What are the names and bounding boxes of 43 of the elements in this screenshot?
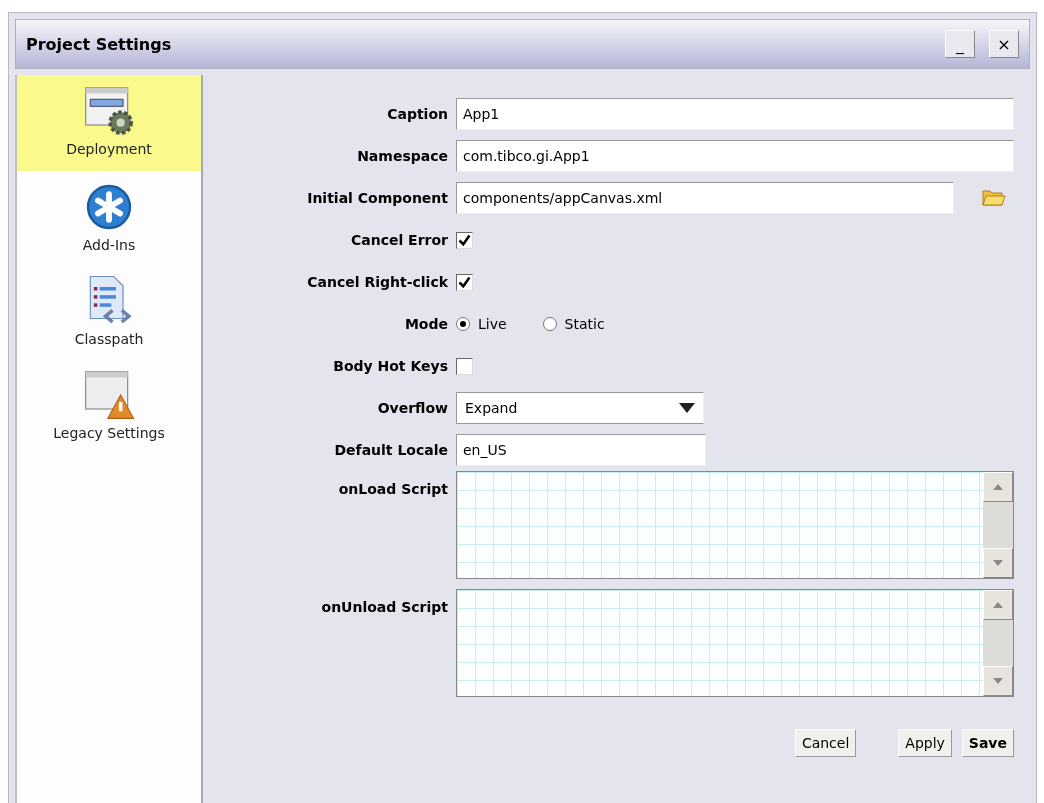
up-arrow-icon bbox=[993, 602, 1003, 608]
sidebar-item[interactable]: Deployment bbox=[17, 75, 201, 171]
field-label: Default Locale bbox=[333, 442, 449, 458]
radio-option[interactable]: Live bbox=[456, 316, 507, 332]
dialog-button[interactable]: Apply bbox=[898, 729, 952, 757]
field-label: Initial Component bbox=[306, 190, 449, 206]
close-button[interactable]: × bbox=[989, 30, 1019, 58]
checkbox[interactable] bbox=[456, 231, 473, 249]
window-title: Project Settings bbox=[26, 34, 172, 54]
dialog-button[interactable]: Cancel bbox=[794, 729, 857, 757]
field-label: onLoad Script bbox=[337, 480, 449, 497]
sidebar-item[interactable]: Classpath bbox=[17, 265, 201, 359]
scroll-up-button[interactable] bbox=[983, 472, 1013, 502]
scroll-up-button[interactable] bbox=[983, 590, 1013, 620]
sidebar-item[interactable]: Add-Ins bbox=[17, 171, 201, 265]
script-editor[interactable] bbox=[456, 471, 1014, 579]
field-label: onUnload Script bbox=[320, 598, 449, 615]
field-label: Overflow bbox=[376, 400, 449, 416]
checkbox[interactable] bbox=[456, 357, 473, 375]
dialog-button[interactable]: Save bbox=[961, 729, 1014, 757]
checkbox[interactable] bbox=[456, 273, 473, 291]
dropdown[interactable]: Expand bbox=[456, 392, 704, 424]
up-arrow-icon bbox=[993, 484, 1003, 490]
radio-option[interactable]: Static bbox=[542, 316, 605, 332]
field-label: Body Hot Keys bbox=[332, 358, 449, 374]
scroll-down-button[interactable] bbox=[983, 548, 1013, 578]
script-editor[interactable] bbox=[456, 589, 1014, 697]
field-label: Caption bbox=[386, 106, 449, 122]
text-field[interactable]: App1 bbox=[456, 98, 1014, 130]
field-label: Cancel Right-click bbox=[306, 274, 449, 290]
scroll-down-button[interactable] bbox=[983, 666, 1013, 696]
field-label: Mode bbox=[403, 316, 449, 332]
folder-icon[interactable] bbox=[982, 188, 1006, 208]
text-field[interactable]: en_US bbox=[456, 434, 706, 466]
caret-icon bbox=[679, 403, 695, 413]
field-label: Namespace bbox=[356, 148, 449, 164]
down-arrow-icon bbox=[993, 678, 1003, 684]
text-field[interactable]: components/appCanvas.xml bbox=[456, 182, 954, 214]
text-field[interactable]: com.tibco.gi.App1 bbox=[456, 140, 1014, 172]
sidebar-item[interactable]: Legacy Settings bbox=[17, 359, 201, 453]
minimize-button[interactable]: _ bbox=[945, 30, 975, 58]
down-arrow-icon bbox=[993, 560, 1003, 566]
field-label: Cancel Error bbox=[349, 232, 449, 248]
